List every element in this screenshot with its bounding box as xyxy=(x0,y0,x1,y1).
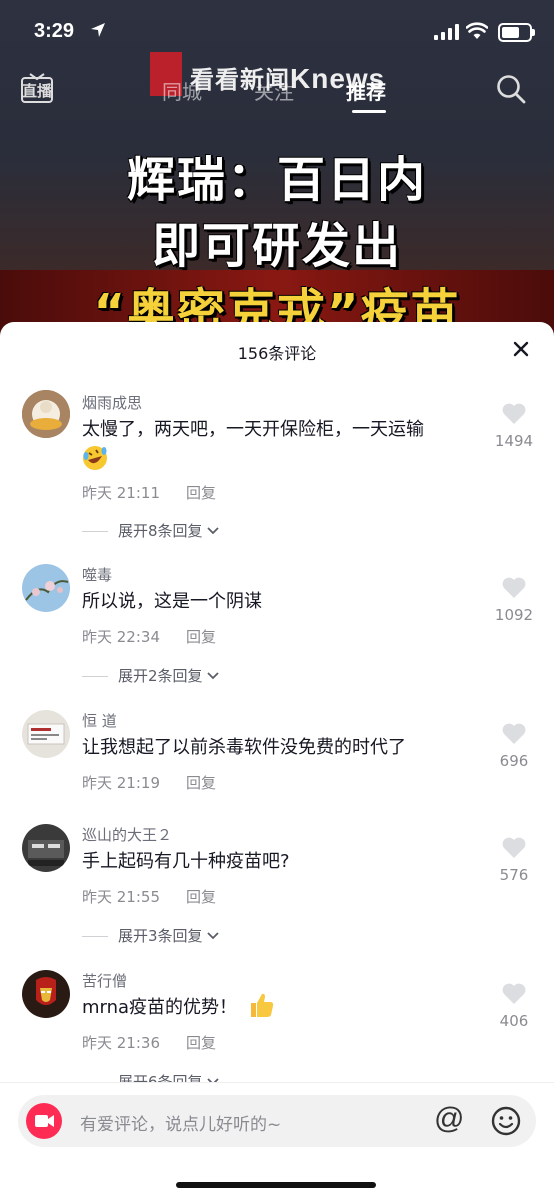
avatar[interactable] xyxy=(22,564,70,612)
status-bar: 3:29 xyxy=(0,0,554,64)
comment-text: 太慢了，两天吧，一天开保险柜，一天运输 xyxy=(82,416,482,472)
location-arrow-icon xyxy=(91,23,105,37)
comment-input[interactable]: 有爱评论，说点儿好听的~ @ xyxy=(18,1095,536,1147)
comment-username[interactable]: 恒 道 xyxy=(82,710,117,731)
tab-local[interactable]: 同城 xyxy=(162,76,202,105)
comment-meta: 昨天 22:34 回复 xyxy=(82,626,216,647)
mention-button[interactable]: @ xyxy=(434,1102,464,1136)
expand-replies-label: 展开2条回复 xyxy=(118,667,203,685)
wifi-icon xyxy=(466,22,488,39)
reply-button[interactable]: 回复 xyxy=(186,484,216,502)
live-label: 直播 xyxy=(21,82,52,100)
comment-meta: 昨天 21:11 回复 xyxy=(82,482,216,503)
reply-button[interactable]: 回复 xyxy=(186,1034,216,1052)
avatar[interactable] xyxy=(22,390,70,438)
comments-sheet: 156条评论 烟雨成思 太慢了，两天吧，一天开保险柜，一天运输 昨天 21:11… xyxy=(0,322,554,1200)
comment-username[interactable]: 烟雨成思 xyxy=(82,392,142,413)
battery-icon xyxy=(498,23,535,42)
like-count: 696 xyxy=(499,752,529,770)
like-button[interactable]: 1092 xyxy=(492,576,536,624)
avatar[interactable] xyxy=(22,824,70,872)
close-icon[interactable] xyxy=(510,338,532,360)
thumbs-up-emoji xyxy=(250,993,274,1017)
comment-text: 手上起码有几十种疫苗吧? xyxy=(82,851,290,872)
home-indicator xyxy=(176,1182,376,1188)
comment-meta: 昨天 21:19 回复 xyxy=(82,772,216,793)
heart-icon xyxy=(502,577,526,598)
headline-line-1: 辉瑞：百日内 xyxy=(126,152,427,208)
reply-button[interactable]: 回复 xyxy=(186,888,216,906)
comment-text-content: mrna疫苗的优势！ xyxy=(82,997,238,1018)
reply-button[interactable]: 回复 xyxy=(186,628,216,646)
comment-text: mrna疫苗的优势！ xyxy=(82,993,482,1022)
comments-count-title: 156条评论 xyxy=(237,344,317,363)
heart-icon xyxy=(502,723,526,744)
like-count: 1494 xyxy=(494,432,534,450)
comment-text: 让我想起了以前杀毒软件没免费的时代了 xyxy=(82,737,406,758)
active-tab-indicator xyxy=(352,110,386,113)
video-player[interactable]: 辉瑞：百日内 即可研发出 “奥密克戎”疫苗 看看新闻Knews 3:29 直播 … xyxy=(0,0,554,340)
tab-recommended[interactable]: 推荐 xyxy=(346,76,386,105)
comment-time: 昨天 22:34 xyxy=(82,628,160,646)
comment-username[interactable]: 噬毒 xyxy=(82,564,112,585)
comment-time: 昨天 21:55 xyxy=(82,888,160,906)
headline-line-2: 即可研发出 xyxy=(151,218,402,274)
status-time: 3:29 xyxy=(34,20,75,42)
avatar[interactable] xyxy=(22,710,70,758)
expand-replies-label: 展开8条回复 xyxy=(118,522,203,540)
tab-following[interactable]: 关注 xyxy=(254,76,294,105)
like-button[interactable]: 576 xyxy=(492,836,536,884)
expand-replies-button[interactable]: 展开3条回复 xyxy=(82,925,220,946)
like-button[interactable]: 696 xyxy=(492,722,536,770)
chevron-down-icon xyxy=(206,932,219,940)
avatar[interactable] xyxy=(22,970,70,1018)
live-button[interactable]: 直播 xyxy=(20,72,54,104)
like-count: 576 xyxy=(499,866,529,884)
expand-replies-label: 展开3条回复 xyxy=(118,927,203,945)
expand-replies-button[interactable]: 展开2条回复 xyxy=(82,665,220,686)
camera-button[interactable] xyxy=(26,1103,62,1139)
heart-icon xyxy=(502,983,526,1004)
emoji-icon[interactable] xyxy=(490,1105,522,1137)
chevron-down-icon xyxy=(206,527,219,535)
reply-button[interactable]: 回复 xyxy=(186,774,216,792)
comment-meta: 昨天 21:36 回复 xyxy=(82,1032,216,1053)
comment-username[interactable]: 苦行僧 xyxy=(82,970,127,991)
comment-time: 昨天 21:36 xyxy=(82,1034,160,1052)
rolling-laughing-emoji xyxy=(83,446,107,470)
comment-text: 所以说，这是一个阴谋 xyxy=(82,591,262,612)
chevron-down-icon xyxy=(206,672,219,680)
video-camera-icon xyxy=(35,1115,54,1127)
comment-time: 昨天 21:19 xyxy=(82,774,160,792)
comment-time: 昨天 21:11 xyxy=(82,484,160,502)
signal-icon xyxy=(434,24,459,40)
comment-text-content: 太慢了，两天吧，一天开保险柜，一天运输 xyxy=(82,419,424,440)
like-count: 1092 xyxy=(494,606,534,624)
like-count: 406 xyxy=(499,1012,529,1030)
like-button[interactable]: 1494 xyxy=(492,402,536,450)
comment-meta: 昨天 21:55 回复 xyxy=(82,886,216,907)
heart-icon xyxy=(502,837,526,858)
comment-placeholder: 有爱评论，说点儿好听的~ xyxy=(80,1115,282,1135)
heart-icon xyxy=(502,403,526,424)
comment-username[interactable]: 巡山的大王２ xyxy=(82,824,172,845)
expand-replies-button[interactable]: 展开8条回复 xyxy=(82,520,220,541)
search-icon[interactable] xyxy=(496,74,526,104)
like-button[interactable]: 406 xyxy=(492,982,536,1030)
